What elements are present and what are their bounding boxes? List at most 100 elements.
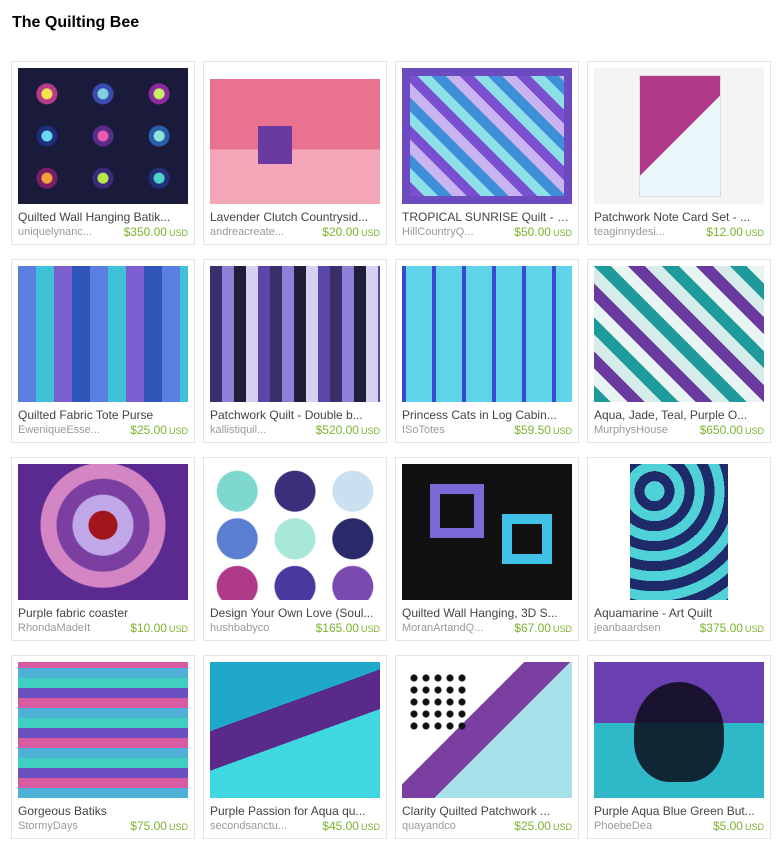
price-currency: USD: [744, 228, 764, 238]
shop-name[interactable]: hushbabyco: [210, 622, 300, 634]
listing-title[interactable]: Patchwork Quilt - Double b...: [210, 408, 380, 422]
listing-title[interactable]: Quilted Wall Hanging Batik...: [18, 210, 188, 224]
listing-thumbnail[interactable]: [402, 68, 572, 204]
price-amount: $59.50: [514, 423, 551, 437]
price-amount: $520.00: [315, 423, 359, 437]
listing-card[interactable]: Design Your Own Love (Soul... hushbabyco $…: [203, 457, 387, 641]
shop-name[interactable]: MurphysHouse: [594, 424, 684, 436]
price-amount: $10.00: [130, 621, 167, 635]
listing-price: $20.00 USD: [322, 225, 380, 239]
price-currency: USD: [552, 426, 572, 436]
shop-name[interactable]: ISoTotes: [402, 424, 492, 436]
price-amount: $25.00: [514, 819, 551, 833]
listing-card[interactable]: Patchwork Quilt - Double b... kallistiqui…: [203, 259, 387, 443]
listing-grid: Quilted Wall Hanging Batik... uniquelynan…: [11, 61, 771, 839]
listing-card[interactable]: Clarity Quilted Patchwork ... quayandco $2…: [395, 655, 579, 839]
shop-name[interactable]: secondsanctu...: [210, 820, 300, 832]
listing-card[interactable]: Purple Passion for Aqua qu... secondsanct…: [203, 655, 387, 839]
listing-card[interactable]: Aqua, Jade, Teal, Purple O... MurphysHous…: [587, 259, 771, 443]
listing-title[interactable]: Clarity Quilted Patchwork ...: [402, 804, 572, 818]
listing-price: $25.00 USD: [514, 819, 572, 833]
shop-name[interactable]: teaginnydesi...: [594, 226, 684, 238]
price-amount: $12.00: [706, 225, 743, 239]
listing-card[interactable]: Lavender Clutch Countrysid... andreacreat…: [203, 61, 387, 245]
listing-thumbnail[interactable]: [18, 68, 188, 204]
listing-thumbnail[interactable]: [210, 266, 380, 402]
listing-card[interactable]: Purple fabric coaster RhondaMadeIt $10.00 U…: [11, 457, 195, 641]
listing-card[interactable]: Aquamarine - Art Quilt jeanbaardsen $375.0…: [587, 457, 771, 641]
shop-name[interactable]: EweniqueEsse...: [18, 424, 108, 436]
price-amount: $75.00: [130, 819, 167, 833]
listing-title[interactable]: Patchwork Note Card Set - ...: [594, 210, 764, 224]
listing-title[interactable]: Quilted Fabric Tote Purse: [18, 408, 188, 422]
shop-name[interactable]: jeanbaardsen: [594, 622, 684, 634]
listing-title[interactable]: Purple fabric coaster: [18, 606, 188, 620]
listing-price: $520.00 USD: [316, 423, 380, 437]
listing-title[interactable]: Quilted Wall Hanging, 3D S...: [402, 606, 572, 620]
listing-thumbnail[interactable]: [594, 266, 764, 402]
listing-card[interactable]: Quilted Fabric Tote Purse EweniqueEsse...…: [11, 259, 195, 443]
listing-price: $650.00 USD: [700, 423, 764, 437]
listing-card[interactable]: Quilted Wall Hanging Batik... uniquelynan…: [11, 61, 195, 245]
price-currency: USD: [744, 624, 764, 634]
listing-price: $67.00 USD: [514, 621, 572, 635]
shop-name[interactable]: andreacreate...: [210, 226, 300, 238]
listing-title[interactable]: Purple Aqua Blue Green But...: [594, 804, 764, 818]
shop-name[interactable]: quayandco: [402, 820, 492, 832]
listing-card[interactable]: Patchwork Note Card Set - ... teaginnydes…: [587, 61, 771, 245]
listing-title[interactable]: Aquamarine - Art Quilt: [594, 606, 764, 620]
price-amount: $5.00: [712, 819, 743, 833]
shop-name[interactable]: uniquelynanc...: [18, 226, 108, 238]
price-currency: USD: [168, 426, 188, 436]
listing-card[interactable]: Quilted Wall Hanging, 3D S... MoranArtand…: [395, 457, 579, 641]
listing-thumbnail[interactable]: [594, 68, 764, 204]
price-amount: $350.00: [123, 225, 167, 239]
price-currency: USD: [360, 822, 380, 832]
price-currency: USD: [552, 624, 572, 634]
listing-title[interactable]: Aqua, Jade, Teal, Purple O...: [594, 408, 764, 422]
shop-name[interactable]: RhondaMadeIt: [18, 622, 108, 634]
price-currency: USD: [168, 822, 188, 832]
listing-thumbnail[interactable]: [210, 68, 380, 204]
shop-name[interactable]: MoranArtandQ...: [402, 622, 492, 634]
listing-price: $45.00 USD: [322, 819, 380, 833]
listing-title[interactable]: TROPICAL SUNRISE Quilt - P...: [402, 210, 572, 224]
price-amount: $650.00: [699, 423, 743, 437]
price-currency: USD: [168, 228, 188, 238]
page-title: The Quilting Bee: [12, 14, 140, 31]
shop-name[interactable]: kallistiquil...: [210, 424, 300, 436]
price-amount: $67.00: [514, 621, 551, 635]
listing-thumbnail[interactable]: [210, 464, 380, 600]
listing-thumbnail[interactable]: [18, 266, 188, 402]
listing-thumbnail[interactable]: [402, 662, 572, 798]
price-currency: USD: [360, 426, 380, 436]
price-amount: $45.00: [322, 819, 359, 833]
listing-thumbnail[interactable]: [594, 662, 764, 798]
price-currency: USD: [744, 822, 764, 832]
listing-card[interactable]: Purple Aqua Blue Green But... PhoebeDea $5…: [587, 655, 771, 839]
listing-thumbnail[interactable]: [210, 662, 380, 798]
listing-title[interactable]: Design Your Own Love (Soul...: [210, 606, 380, 620]
listing-title[interactable]: Princess Cats in Log Cabin...: [402, 408, 572, 422]
shop-name[interactable]: StormyDays: [18, 820, 108, 832]
listing-price: $350.00 USD: [124, 225, 188, 239]
shop-name[interactable]: PhoebeDea: [594, 820, 684, 832]
listing-thumbnail[interactable]: [18, 464, 188, 600]
listing-card[interactable]: Gorgeous Batiks StormyDays $75.00 USD: [11, 655, 195, 839]
listing-title[interactable]: Gorgeous Batiks: [18, 804, 188, 818]
listing-title[interactable]: Purple Passion for Aqua qu...: [210, 804, 380, 818]
listing-card[interactable]: TROPICAL SUNRISE Quilt - P... HillCountry…: [395, 61, 579, 245]
listing-price: $75.00 USD: [130, 819, 188, 833]
price-currency: USD: [552, 822, 572, 832]
shop-name[interactable]: HillCountryQ...: [402, 226, 492, 238]
listing-card[interactable]: Princess Cats in Log Cabin... ISoTotes $59…: [395, 259, 579, 443]
price-amount: $20.00: [322, 225, 359, 239]
listing-title[interactable]: Lavender Clutch Countrysid...: [210, 210, 380, 224]
price-currency: USD: [360, 624, 380, 634]
listing-thumbnail[interactable]: [18, 662, 188, 798]
listing-thumbnail[interactable]: [594, 464, 764, 600]
listing-price: $25.00 USD: [130, 423, 188, 437]
listing-thumbnail[interactable]: [402, 464, 572, 600]
price-currency: USD: [360, 228, 380, 238]
listing-thumbnail[interactable]: [402, 266, 572, 402]
